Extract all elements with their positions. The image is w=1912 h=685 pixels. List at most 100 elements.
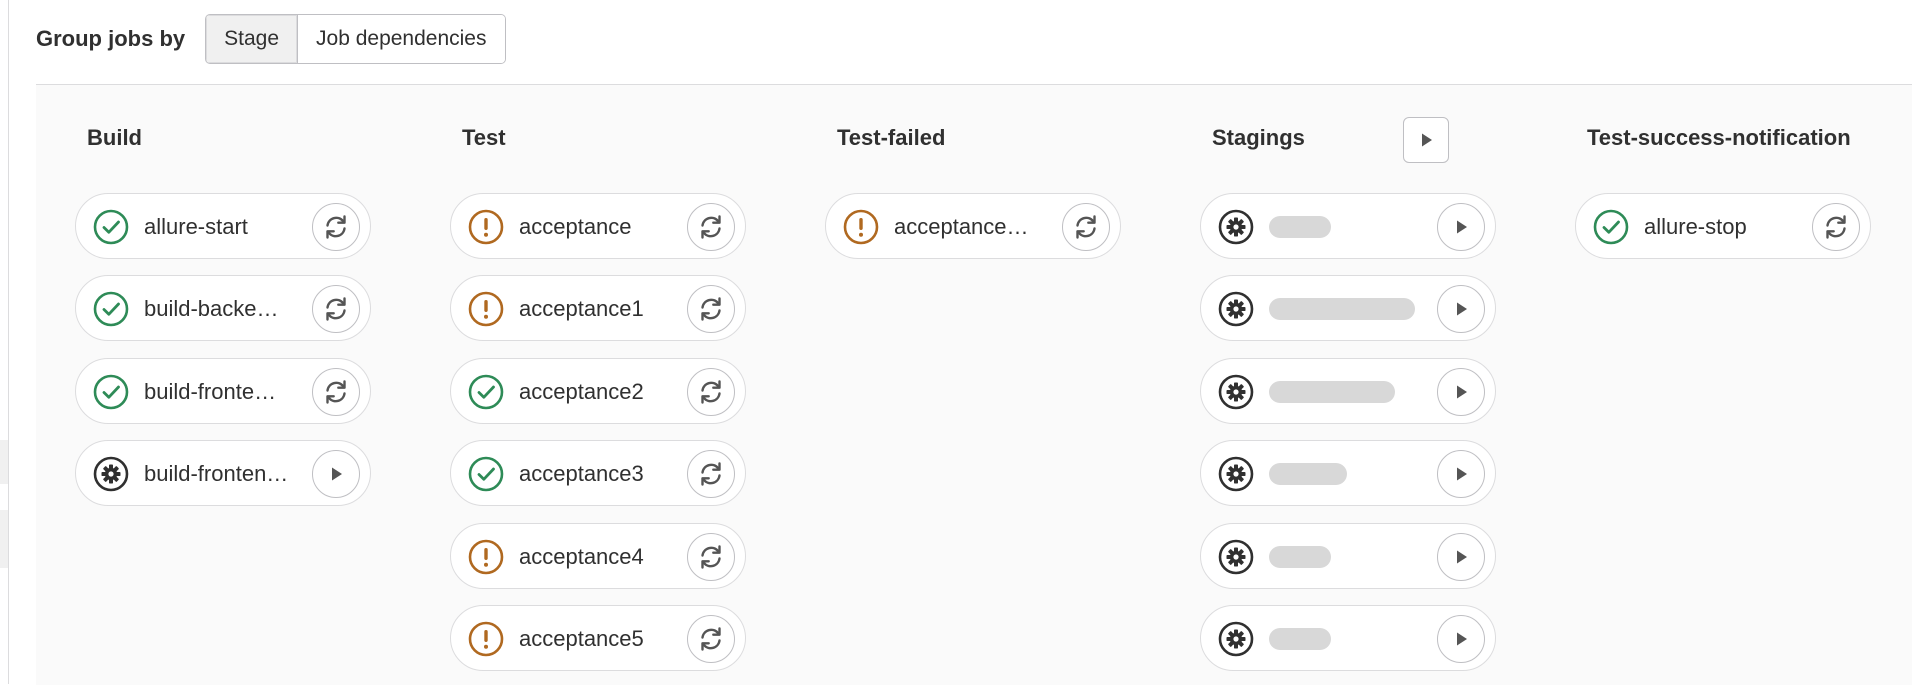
- retry-job-button[interactable]: [687, 285, 735, 333]
- play-icon: [1416, 130, 1436, 150]
- job-name: acceptance4: [519, 544, 644, 569]
- job-pill[interactable]: [1200, 605, 1496, 671]
- job-name: acceptance3: [519, 461, 644, 486]
- warning-icon: [468, 539, 504, 575]
- sidebar-edge: [8, 0, 9, 684]
- check-circle-icon: [468, 374, 504, 410]
- gear-icon: [93, 456, 129, 492]
- job-pill[interactable]: acceptance2: [450, 358, 746, 424]
- job-pill[interactable]: build-fronte…: [75, 358, 371, 424]
- job-name: build-backe…: [144, 296, 279, 321]
- job-pill[interactable]: acceptance3: [450, 440, 746, 506]
- retry-icon: [321, 377, 351, 407]
- play-job-button[interactable]: [1437, 615, 1485, 663]
- job-pill[interactable]: [1200, 358, 1496, 424]
- play-job-button[interactable]: [312, 450, 360, 498]
- play-icon: [1451, 382, 1471, 402]
- play-job-button[interactable]: [1437, 203, 1485, 251]
- retry-icon: [321, 212, 351, 242]
- job-pill[interactable]: allure-stop: [1575, 193, 1871, 259]
- job-pill[interactable]: build-fronten…: [75, 440, 371, 506]
- retry-job-button[interactable]: [687, 533, 735, 581]
- play-job-button[interactable]: [1437, 533, 1485, 581]
- retry-job-button[interactable]: [687, 203, 735, 251]
- retry-icon: [696, 377, 726, 407]
- play-icon: [1451, 547, 1471, 567]
- job-name: allure-start: [144, 214, 248, 239]
- sidebar-stub: [0, 510, 8, 568]
- job-name: acceptance2: [519, 379, 644, 404]
- job-name: build-fronte…: [144, 379, 277, 404]
- retry-job-button[interactable]: [312, 285, 360, 333]
- warning-icon: [468, 621, 504, 657]
- play-icon: [326, 464, 346, 484]
- gear-icon: [1218, 374, 1254, 410]
- play-job-button[interactable]: [1437, 450, 1485, 498]
- job-name-redacted: [1269, 381, 1395, 403]
- retry-job-button[interactable]: [687, 615, 735, 663]
- job-name-redacted: [1269, 628, 1331, 650]
- stage-title: Build: [87, 125, 142, 150]
- job-pill[interactable]: [1200, 193, 1496, 259]
- play-icon: [1451, 629, 1471, 649]
- check-circle-icon: [93, 374, 129, 410]
- warning-icon: [843, 209, 879, 245]
- retry-icon: [696, 459, 726, 489]
- group-jobs-label: Group jobs by: [36, 26, 186, 51]
- job-pill[interactable]: acceptance5: [450, 605, 746, 671]
- retry-icon: [696, 542, 726, 572]
- group-by-job-dependencies-button[interactable]: Job dependencies: [298, 15, 505, 63]
- check-circle-icon: [93, 291, 129, 327]
- retry-icon: [696, 624, 726, 654]
- job-name: acceptance5: [519, 626, 644, 651]
- play-icon: [1451, 299, 1471, 319]
- retry-job-button[interactable]: [312, 368, 360, 416]
- gear-icon: [1218, 539, 1254, 575]
- job-name: acceptance: [519, 214, 632, 239]
- warning-icon: [468, 209, 504, 245]
- retry-job-button[interactable]: [1062, 203, 1110, 251]
- retry-job-button[interactable]: [1812, 203, 1860, 251]
- job-pill[interactable]: acceptance1: [450, 275, 746, 341]
- pipeline-graph: Build allure-start build-backe… build-front…: [36, 84, 1912, 685]
- retry-icon: [321, 294, 351, 324]
- job-pill[interactable]: [1200, 440, 1496, 506]
- play-job-button[interactable]: [1437, 285, 1485, 333]
- job-pill[interactable]: [1200, 275, 1496, 341]
- retry-icon: [696, 212, 726, 242]
- check-circle-icon: [1593, 209, 1629, 245]
- group-jobs-toggle: Stage Job dependencies: [205, 14, 506, 64]
- stage-title: Test: [462, 125, 506, 150]
- job-pill[interactable]: acceptance…: [825, 193, 1121, 259]
- job-name-redacted: [1269, 216, 1331, 238]
- retry-icon: [1071, 212, 1101, 242]
- retry-job-button[interactable]: [312, 203, 360, 251]
- job-name: acceptance1: [519, 296, 644, 321]
- gear-icon: [1218, 291, 1254, 327]
- job-pill[interactable]: allure-start: [75, 193, 371, 259]
- retry-job-button[interactable]: [687, 368, 735, 416]
- gear-icon: [1218, 456, 1254, 492]
- run-all-stage-button[interactable]: [1403, 117, 1449, 163]
- play-icon: [1451, 464, 1471, 484]
- job-name-redacted: [1269, 546, 1331, 568]
- group-by-stage-button[interactable]: Stage: [206, 15, 299, 63]
- job-name: acceptance…: [894, 214, 1029, 239]
- sidebar-stub: [0, 440, 8, 484]
- retry-job-button[interactable]: [687, 450, 735, 498]
- job-name: build-fronten…: [144, 461, 289, 486]
- job-pill[interactable]: [1200, 523, 1496, 589]
- play-job-button[interactable]: [1437, 368, 1485, 416]
- gear-icon: [1218, 621, 1254, 657]
- retry-icon: [696, 294, 726, 324]
- stage-title: Test-success-notification: [1587, 125, 1851, 150]
- job-pill[interactable]: build-backe…: [75, 275, 371, 341]
- gear-icon: [1218, 209, 1254, 245]
- job-pill[interactable]: acceptance: [450, 193, 746, 259]
- stage-title: Stagings: [1212, 125, 1305, 150]
- warning-icon: [468, 291, 504, 327]
- job-name: allure-stop: [1644, 214, 1747, 239]
- retry-icon: [1821, 212, 1851, 242]
- group-jobs-toolbar: Group jobs by Stage Job dependencies: [36, 13, 506, 65]
- job-pill[interactable]: acceptance4: [450, 523, 746, 589]
